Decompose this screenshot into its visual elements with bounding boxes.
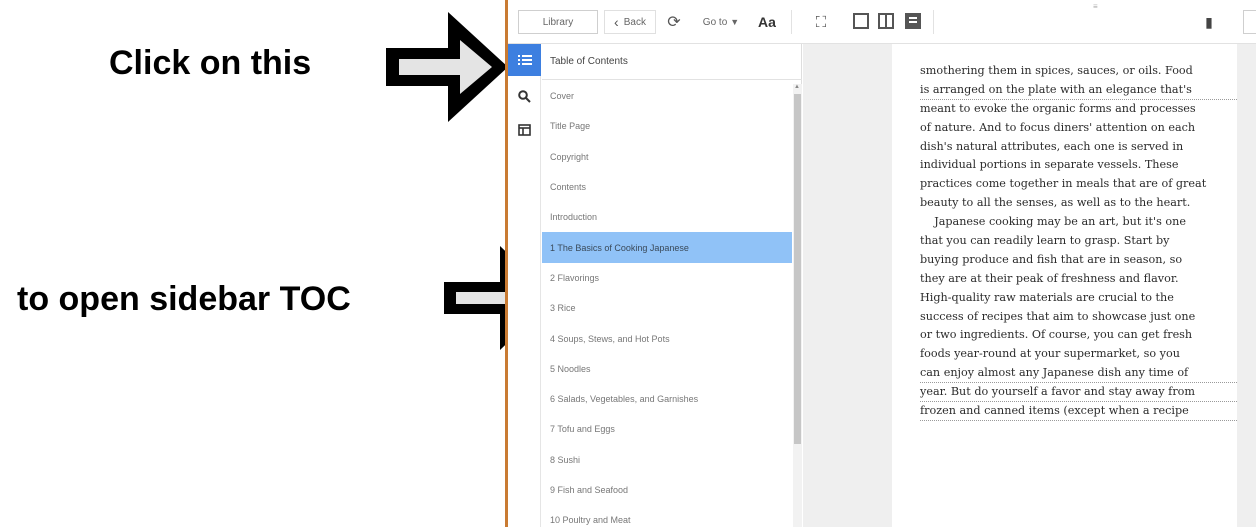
library-button[interactable]: Library <box>518 10 598 34</box>
scroll-up-icon[interactable]: ▲ <box>794 84 800 90</box>
bookmark-button[interactable]: ▮ <box>1198 10 1220 34</box>
two-page-view-icon[interactable] <box>878 13 894 29</box>
book-text-line: they are at their peak of freshness and … <box>920 271 1179 285</box>
search-button[interactable] <box>508 80 541 112</box>
book-text-line: of nature. And to focus diners' attentio… <box>920 120 1196 134</box>
book-text-line: practices come together in meals that ar… <box>920 177 1207 191</box>
font-settings-label: Aa <box>758 14 776 30</box>
book-text-line: is arranged on the plate with an eleganc… <box>920 81 1237 100</box>
toc-item-label: 9 Fish and Seafood <box>550 485 629 495</box>
book-text-line: success of recipes that aim to showcase … <box>920 309 1196 323</box>
toc-scrollbar-thumb[interactable] <box>794 94 801 444</box>
toc-list: Cover Title Page Copyright Contents Intr… <box>542 81 792 527</box>
toc-item[interactable]: Introduction <box>542 202 792 232</box>
fullscreen-button[interactable]: ⛶ <box>808 10 834 34</box>
fullscreen-icon: ⛶ <box>815 13 827 31</box>
toc-item[interactable]: 7 Tofu and Eggs <box>542 414 792 444</box>
toc-item-label: 8 Sushi <box>550 454 581 465</box>
toc-item-label: Introduction <box>550 212 598 223</box>
scroll-view-icon[interactable] <box>905 13 921 29</box>
annotation-caption-top: Click on this <box>109 44 312 82</box>
toc-item[interactable]: Title Page <box>542 111 792 141</box>
book-text-line: meant to evoke the organic forms and pro… <box>920 101 1196 115</box>
toolbar-divider <box>791 10 792 34</box>
toc-item[interactable]: 2 Flavorings <box>542 263 792 293</box>
book-text-line: beauty to all the senses, as well as to … <box>920 196 1191 210</box>
toc-sidebar: Table of Contents Cover Title Page Copyr… <box>542 44 802 527</box>
toolbar: Library ‹ Back ⟳ Go to ▼ Aa ⛶ ▮ <box>508 0 1256 44</box>
refresh-icon: ⟳ <box>667 14 681 31</box>
book-text-line: dish's natural attributes, each one is s… <box>920 139 1184 153</box>
book-text-line: individual portions in separate vessels.… <box>920 158 1179 172</box>
toolbar-edge-control[interactable] <box>1243 10 1256 34</box>
chevron-down-icon: ▼ <box>730 17 740 27</box>
toc-item-label: 6 Salads, Vegetables, and Garnishes <box>550 394 699 405</box>
book-text-line: smothering them in spices, sauces, or oi… <box>920 64 1193 77</box>
refresh-button[interactable]: ⟳ <box>660 10 688 34</box>
library-button-label: Library <box>542 16 574 28</box>
single-page-view-icon[interactable] <box>853 13 869 29</box>
search-icon <box>518 89 531 103</box>
back-button-label: Back <box>623 16 646 28</box>
toc-item[interactable]: 8 Sushi <box>542 445 792 475</box>
book-text-line: year. But do yourself a favor and stay a… <box>920 383 1237 403</box>
sidebar-rail <box>508 44 541 527</box>
book-text-line: or two ingredients. Of course, you can g… <box>920 328 1193 342</box>
toc-scrollbar[interactable]: ▲ <box>793 84 802 527</box>
toc-item-label: 10 Poultry and Meat <box>550 515 631 526</box>
annotation-arrow-top-icon <box>386 12 508 122</box>
annotation-caption-bottom: to open sidebar TOC <box>17 280 351 318</box>
toc-item-label: 7 Tofu and Eggs <box>550 424 615 435</box>
toc-item[interactable]: 6 Salads, Vegetables, and Garnishes <box>542 384 792 414</box>
pages-button[interactable] <box>508 114 541 146</box>
list-icon <box>517 55 532 65</box>
toc-item-label: 1 The Basics of Cooking Japanese <box>550 242 689 253</box>
toc-item-label: 5 Noodles <box>550 363 591 374</box>
book-page: smothering them in spices, sauces, or oi… <box>892 44 1237 527</box>
toc-item-label: 4 Soups, Stews, and Hot Pots <box>550 333 670 344</box>
book-text-line: can enjoy almost any Japanese dish any t… <box>920 364 1237 384</box>
toc-item-label: 2 Flavorings <box>550 272 600 283</box>
toc-item-label: 3 Rice <box>550 303 576 314</box>
pages-icon <box>518 124 531 136</box>
toc-item[interactable]: 3 Rice <box>542 293 792 323</box>
book-text-line: buying produce and fish that are in seas… <box>920 252 1183 266</box>
back-button[interactable]: ‹ Back <box>604 10 656 34</box>
book-text-line: that you can readily learn to grasp. Sta… <box>920 234 1170 248</box>
toc-item[interactable]: 1 The Basics of Cooking Japanese <box>542 232 792 263</box>
bookmark-icon: ▮ <box>1205 13 1213 30</box>
toc-item[interactable]: Cover <box>542 81 792 111</box>
ebook-reader-window: Library ‹ Back ⟳ Go to ▼ Aa ⛶ ▮ Table of… <box>505 0 1256 527</box>
goto-dropdown-label: Go to <box>702 16 728 28</box>
toolbar-divider <box>933 10 934 34</box>
toc-item[interactable]: 4 Soups, Stews, and Hot Pots <box>542 323 792 353</box>
toc-item-label: Contents <box>550 182 587 193</box>
toc-header: Table of Contents <box>542 44 802 80</box>
toc-item-label: Title Page <box>550 121 591 132</box>
goto-dropdown[interactable]: Go to ▼ <box>694 10 748 34</box>
book-text-line: Japanese cooking may be an art, but it's… <box>920 215 1186 229</box>
toc-item[interactable]: 5 Noodles <box>542 354 792 384</box>
chevron-left-icon: ‹ <box>614 14 619 30</box>
book-text-line: foods year-round at your supermarket, so… <box>920 347 1180 361</box>
resize-grip-icon[interactable]: ≡ <box>1093 2 1098 11</box>
reading-area: smothering them in spices, sauces, or oi… <box>803 44 1256 527</box>
toc-item-label: Copyright <box>550 151 589 162</box>
toc-toggle-button[interactable] <box>508 44 541 76</box>
book-text-line: frozen and canned items (except when a r… <box>920 402 1237 421</box>
font-settings-button[interactable]: Aa <box>753 10 781 34</box>
toc-header-title: Table of Contents <box>550 56 628 67</box>
toc-item[interactable]: 9 Fish and Seafood <box>542 475 792 505</box>
toc-item[interactable]: Copyright <box>542 142 792 172</box>
toc-item-label: Cover <box>550 91 575 102</box>
toc-item[interactable]: 10 Poultry and Meat <box>542 505 792 527</box>
book-text-line: High-quality raw materials are crucial t… <box>920 290 1174 304</box>
toc-item[interactable]: Contents <box>542 172 792 202</box>
